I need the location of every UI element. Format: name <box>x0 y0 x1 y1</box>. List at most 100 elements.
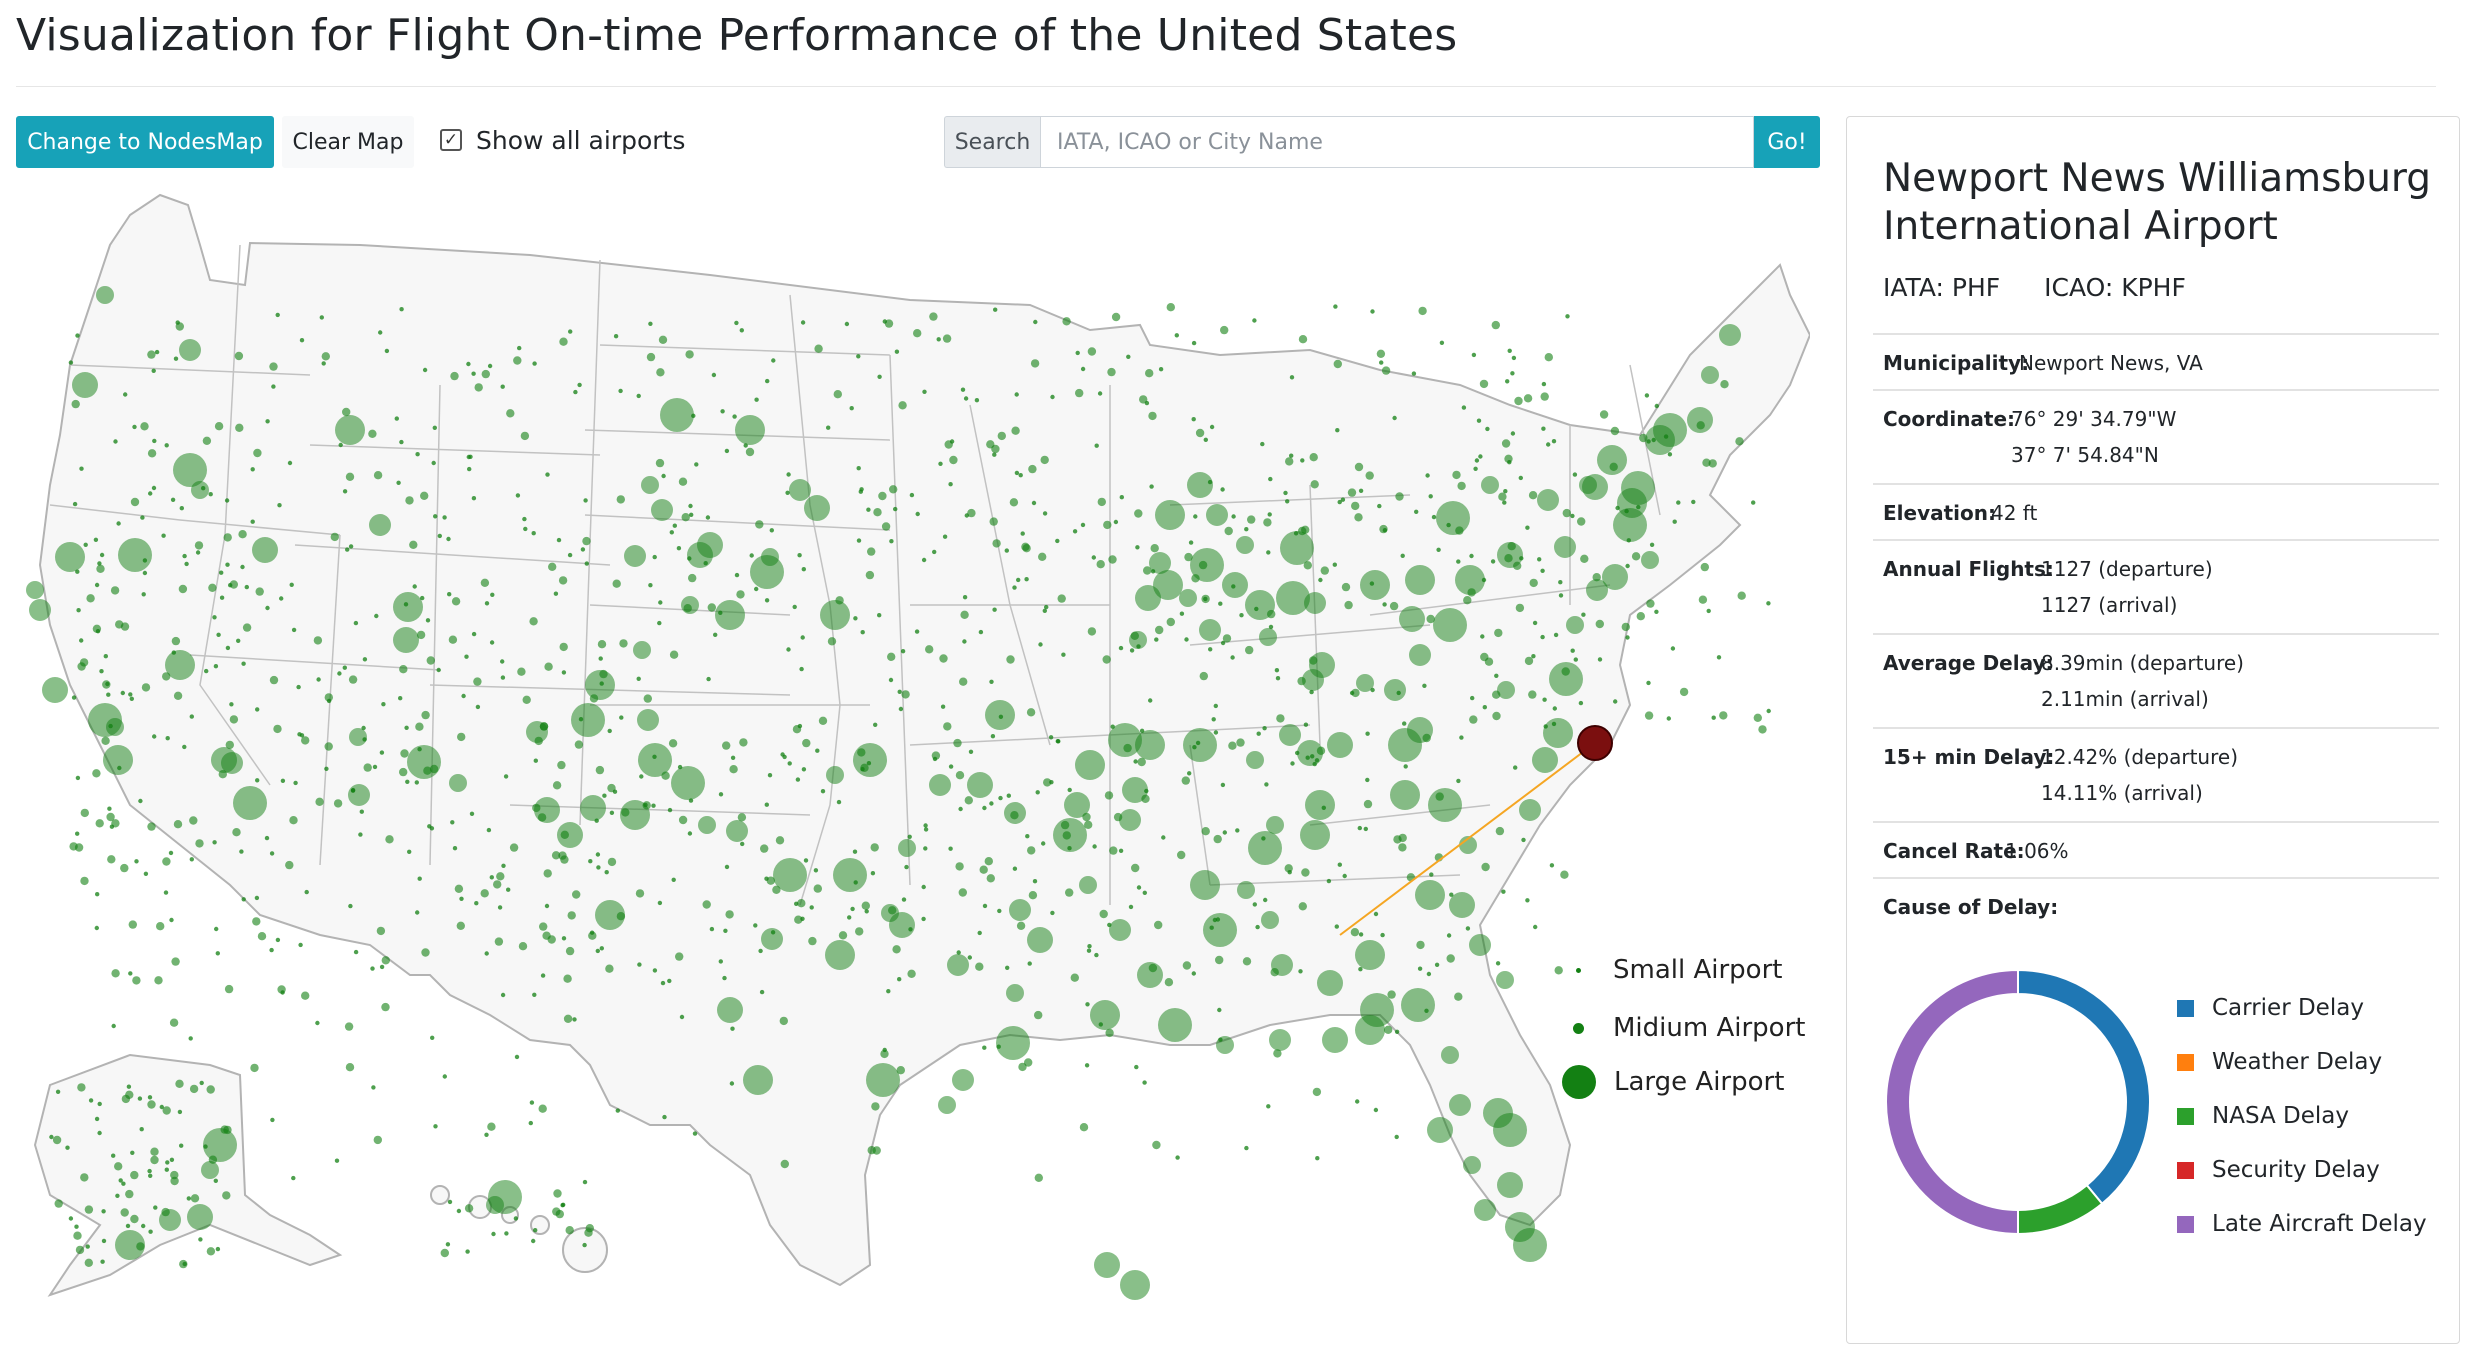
small-airport-marker[interactable] <box>398 696 403 701</box>
large-airport-marker[interactable] <box>947 954 969 976</box>
small-airport-marker[interactable] <box>447 592 452 597</box>
medium-airport-marker[interactable] <box>1166 303 1176 312</box>
small-airport-marker[interactable] <box>803 858 809 863</box>
small-airport-marker[interactable] <box>461 693 466 699</box>
medium-airport-marker[interactable] <box>559 337 568 346</box>
medium-airport-marker[interactable] <box>1143 566 1152 575</box>
medium-airport-marker[interactable] <box>1528 690 1537 699</box>
small-airport-marker[interactable] <box>215 1246 221 1252</box>
large-airport-marker[interactable] <box>1237 881 1255 899</box>
small-airport-marker[interactable] <box>594 818 599 823</box>
medium-airport-marker[interactable] <box>1034 1173 1044 1182</box>
medium-airport-marker[interactable] <box>1639 433 1648 443</box>
medium-airport-marker[interactable] <box>1087 347 1097 356</box>
medium-airport-marker[interactable] <box>955 771 965 780</box>
small-airport-marker[interactable] <box>125 1223 131 1229</box>
small-airport-marker[interactable] <box>652 754 657 759</box>
small-airport-marker[interactable] <box>239 849 244 854</box>
small-airport-marker[interactable] <box>1087 944 1092 949</box>
small-airport-marker[interactable] <box>894 349 900 354</box>
small-airport-marker[interactable] <box>1042 511 1048 516</box>
small-airport-marker[interactable] <box>1490 559 1496 564</box>
go-button[interactable]: Go! <box>1754 116 1820 168</box>
medium-airport-marker[interactable] <box>1065 888 1074 897</box>
us-airport-map[interactable] <box>10 185 1812 1335</box>
small-airport-marker[interactable] <box>667 978 672 984</box>
small-airport-marker[interactable] <box>888 677 894 683</box>
small-airport-marker[interactable] <box>923 823 928 828</box>
medium-airport-marker[interactable] <box>814 344 823 353</box>
medium-airport-marker[interactable] <box>1028 891 1038 900</box>
small-airport-marker[interactable] <box>850 906 855 912</box>
small-airport-marker[interactable] <box>103 654 109 659</box>
large-airport-marker[interactable] <box>1554 536 1576 558</box>
medium-airport-marker[interactable] <box>802 738 811 748</box>
medium-airport-marker[interactable] <box>54 1199 63 1208</box>
map-canvas[interactable] <box>10 185 1812 1335</box>
small-airport-marker[interactable] <box>648 321 653 326</box>
medium-airport-marker[interactable] <box>229 715 239 724</box>
medium-airport-marker[interactable] <box>1137 757 1146 767</box>
medium-airport-marker[interactable] <box>80 808 90 818</box>
large-airport-marker[interactable] <box>1463 1156 1481 1174</box>
small-airport-marker[interactable] <box>853 880 858 885</box>
small-airport-marker[interactable] <box>938 461 943 466</box>
small-airport-marker[interactable] <box>1394 1029 1400 1034</box>
medium-airport-marker[interactable] <box>1150 544 1159 553</box>
small-airport-marker[interactable] <box>1012 866 1018 871</box>
small-airport-marker[interactable] <box>705 515 711 520</box>
medium-airport-marker[interactable] <box>565 946 575 956</box>
small-airport-marker[interactable] <box>319 315 324 320</box>
small-airport-marker[interactable] <box>648 583 653 588</box>
small-airport-marker[interactable] <box>452 846 458 851</box>
medium-airport-marker[interactable] <box>563 974 572 983</box>
small-airport-marker[interactable] <box>1358 967 1363 972</box>
small-airport-marker[interactable] <box>1048 735 1054 740</box>
small-airport-marker[interactable] <box>1382 528 1388 533</box>
small-airport-marker[interactable] <box>188 1036 193 1041</box>
large-airport-marker[interactable] <box>103 745 133 775</box>
small-airport-marker[interactable] <box>1209 424 1215 430</box>
small-airport-marker[interactable] <box>1275 676 1281 681</box>
medium-airport-marker[interactable] <box>873 508 882 517</box>
small-airport-marker[interactable] <box>213 1178 218 1183</box>
medium-airport-marker[interactable] <box>255 587 264 596</box>
medium-airport-marker[interactable] <box>161 1207 170 1217</box>
small-airport-marker[interactable] <box>1766 601 1771 606</box>
small-airport-marker[interactable] <box>687 556 692 561</box>
medium-airport-marker[interactable] <box>1452 470 1461 480</box>
medium-airport-marker[interactable] <box>658 335 668 344</box>
medium-airport-marker[interactable] <box>865 570 875 580</box>
small-airport-marker[interactable] <box>1478 454 1483 459</box>
medium-airport-marker[interactable] <box>557 760 566 770</box>
medium-airport-marker[interactable] <box>175 1079 184 1088</box>
small-airport-marker[interactable] <box>361 725 366 731</box>
small-airport-marker[interactable] <box>580 547 586 552</box>
small-airport-marker[interactable] <box>1482 705 1488 710</box>
small-airport-marker[interactable] <box>657 620 662 626</box>
medium-airport-marker[interactable] <box>301 991 310 1000</box>
large-airport-marker[interactable] <box>1401 988 1435 1022</box>
medium-airport-marker[interactable] <box>235 423 244 432</box>
small-airport-marker[interactable] <box>517 345 522 351</box>
small-airport-marker[interactable] <box>68 360 74 365</box>
medium-airport-marker[interactable] <box>106 812 115 822</box>
small-airport-marker[interactable] <box>1268 624 1274 630</box>
medium-airport-marker[interactable] <box>1528 491 1538 500</box>
medium-airport-marker[interactable] <box>1040 455 1049 465</box>
small-airport-marker[interactable] <box>730 1026 735 1031</box>
medium-airport-marker[interactable] <box>1062 317 1071 326</box>
medium-airport-marker[interactable] <box>238 530 247 539</box>
small-airport-marker[interactable] <box>718 959 723 964</box>
small-airport-marker[interactable] <box>1244 527 1249 532</box>
small-airport-marker[interactable] <box>1175 1155 1180 1160</box>
small-airport-marker[interactable] <box>1222 830 1228 835</box>
small-airport-marker[interactable] <box>1049 780 1054 785</box>
small-airport-marker[interactable] <box>1192 745 1197 750</box>
large-airport-marker[interactable] <box>1474 1199 1496 1221</box>
small-airport-marker[interactable] <box>334 1158 340 1163</box>
small-airport-marker[interactable] <box>254 895 260 901</box>
small-airport-marker[interactable] <box>151 485 157 491</box>
medium-airport-marker[interactable] <box>563 1014 573 1023</box>
large-airport-marker[interactable] <box>72 372 98 398</box>
